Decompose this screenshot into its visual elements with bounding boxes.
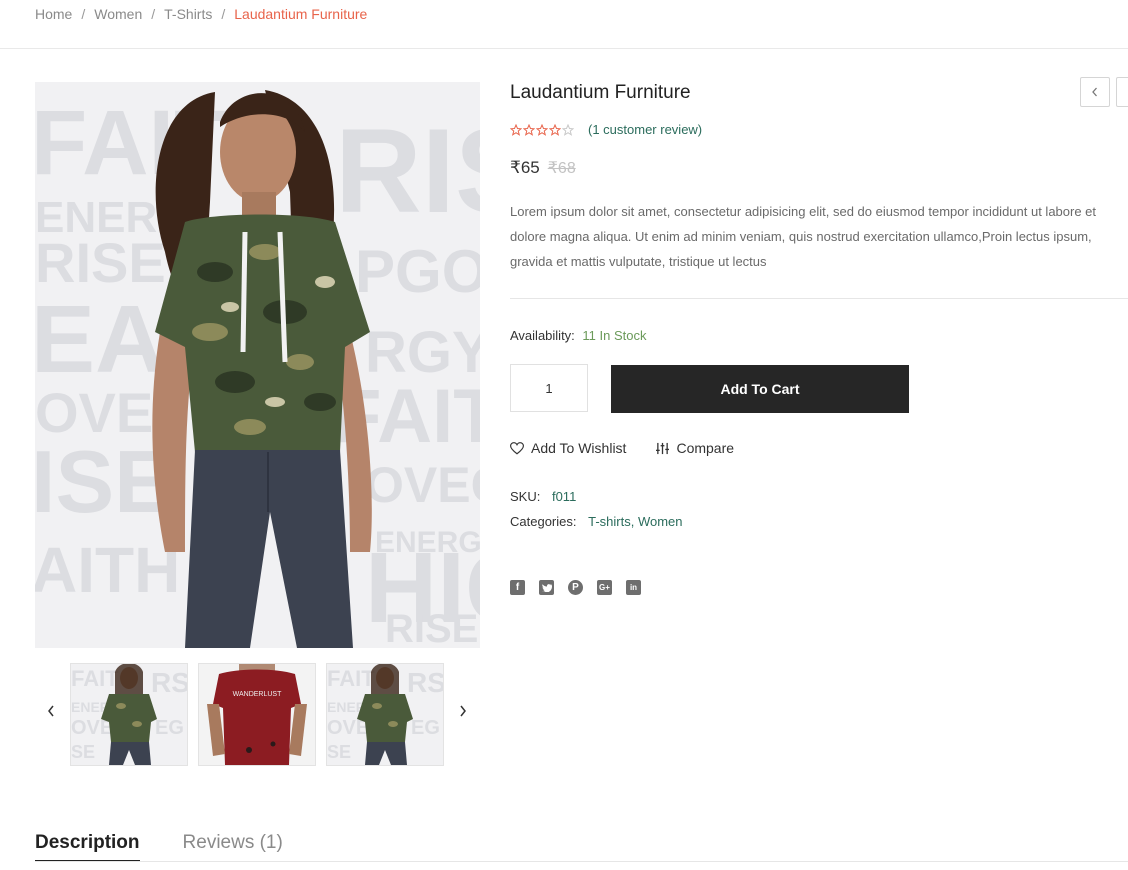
add-to-cart-button[interactable]: Add To Cart — [611, 365, 909, 413]
breadcrumb-separator: / — [221, 6, 226, 22]
star-icon — [562, 123, 574, 136]
google-plus-icon[interactable]: G+ — [597, 580, 612, 595]
linkedin-icon[interactable]: in — [626, 580, 641, 595]
product-main-image[interactable]: FAIT RIS ENERG RISE PGO EAP RGY FAIT OVE… — [35, 82, 480, 648]
svg-text:SE: SE — [71, 742, 95, 762]
pinterest-icon[interactable]: P — [568, 580, 583, 595]
star-icon — [523, 123, 535, 136]
header-divider — [0, 48, 1128, 49]
breadcrumb-current: Laudantium Furniture — [234, 6, 368, 22]
availability: Availability: 11 In Stock — [510, 328, 647, 343]
thumbnail-next-button[interactable] — [453, 700, 473, 722]
breadcrumb-women[interactable]: Women — [94, 6, 142, 22]
product-rating: (1 customer review) — [510, 122, 702, 137]
customer-review-link[interactable]: (1 customer review) — [588, 122, 702, 137]
tabs-divider — [35, 861, 1128, 862]
quantity-input[interactable] — [510, 364, 588, 412]
compare-button[interactable]: Compare — [656, 440, 734, 456]
star-icon — [536, 123, 548, 136]
chevron-left-icon — [1092, 87, 1097, 97]
thumbnail-camo-hoodie[interactable]: FAIT RS ENERG OVE EG SE — [326, 663, 444, 766]
svg-text:RISE: RISE — [385, 607, 478, 648]
breadcrumb-tshirts[interactable]: T-Shirts — [164, 6, 212, 22]
thumbnail-camo-hoodie[interactable]: FAIT RS ENERG OVE EG SE — [70, 663, 188, 766]
breadcrumb-separator: / — [81, 6, 86, 22]
sku-label: SKU: — [510, 489, 541, 504]
product-navigation — [1080, 77, 1128, 107]
thumbnail-image: FAIT RS ENERGOVE EGSE — [71, 664, 187, 765]
svg-text:RS: RS — [407, 667, 443, 698]
thumbnail-red-tee[interactable]: WANDERLUST — [198, 663, 316, 766]
svg-text:FAIT: FAIT — [71, 666, 119, 691]
heart-icon — [510, 441, 524, 454]
model-photo: FAIT RIS ENERG RISE PGO EAP RGY FAIT OVE… — [35, 82, 480, 648]
star-icon — [549, 123, 561, 136]
stock-status: 11 In Stock — [582, 328, 647, 343]
twitter-glyph — [541, 583, 552, 592]
svg-text:RS: RS — [151, 667, 187, 698]
thumbnail-image: FAIT RS ENERGOVE EGSE — [327, 664, 443, 765]
svg-text:OVEG: OVEG — [365, 457, 480, 513]
availability-label: Availability: — [510, 328, 575, 343]
svg-text:RIS: RIS — [335, 104, 480, 238]
svg-text:ISE: ISE — [35, 432, 173, 531]
product-tabs: Description Reviews (1) — [35, 832, 283, 862]
categories-label: Categories: — [510, 514, 577, 529]
facebook-icon[interactable]: f — [510, 580, 525, 595]
tab-reviews[interactable]: Reviews (1) — [183, 832, 283, 862]
social-share: f P G+ in — [510, 580, 641, 595]
section-divider — [510, 298, 1128, 299]
thumbnail-image: WANDERLUST — [199, 664, 315, 765]
product-sku: SKU: f011 — [510, 489, 576, 504]
svg-text:FAIT: FAIT — [327, 666, 375, 691]
product-price: ₹65 ₹68 — [510, 158, 576, 178]
breadcrumb-home[interactable]: Home — [35, 6, 72, 22]
svg-text:EG: EG — [155, 717, 184, 739]
breadcrumb-separator: / — [151, 6, 156, 22]
thumbnail-prev-button[interactable] — [41, 700, 61, 722]
star-rating — [510, 123, 574, 136]
chevron-left-icon — [48, 705, 54, 717]
product-categories: Categories: T-shirts, Women — [510, 514, 683, 529]
svg-text:SE: SE — [327, 742, 351, 762]
product-title: Laudantium Furniture — [510, 82, 691, 103]
product-description: Lorem ipsum dolor sit amet, consectetur … — [510, 204, 1097, 269]
svg-text:PGO: PGO — [355, 238, 480, 305]
compare-icon — [656, 442, 670, 454]
wishlist-label: Add To Wishlist — [531, 440, 627, 456]
current-price: ₹65 — [510, 158, 540, 177]
categories-links[interactable]: T-shirts, Women — [588, 514, 682, 529]
svg-text:EG: EG — [411, 717, 440, 739]
breadcrumb: Home / Women / T-Shirts / Laudantium Fur… — [35, 0, 367, 28]
chevron-right-icon — [460, 705, 466, 717]
add-to-wishlist-button[interactable]: Add To Wishlist — [510, 440, 626, 456]
previous-product-button[interactable] — [1080, 77, 1110, 107]
next-product-button[interactable] — [1116, 77, 1128, 107]
svg-text:RISE: RISE — [35, 231, 166, 294]
twitter-icon[interactable] — [539, 580, 554, 595]
compare-label: Compare — [676, 440, 735, 456]
original-price: ₹68 — [547, 160, 576, 177]
svg-text:WANDERLUST: WANDERLUST — [233, 691, 282, 698]
star-icon — [510, 123, 522, 136]
sku-value: f011 — [551, 489, 577, 504]
tab-description[interactable]: Description — [35, 832, 140, 862]
svg-text:AITH: AITH — [35, 534, 180, 606]
product-actions: Add To Wishlist Compare — [510, 440, 734, 456]
